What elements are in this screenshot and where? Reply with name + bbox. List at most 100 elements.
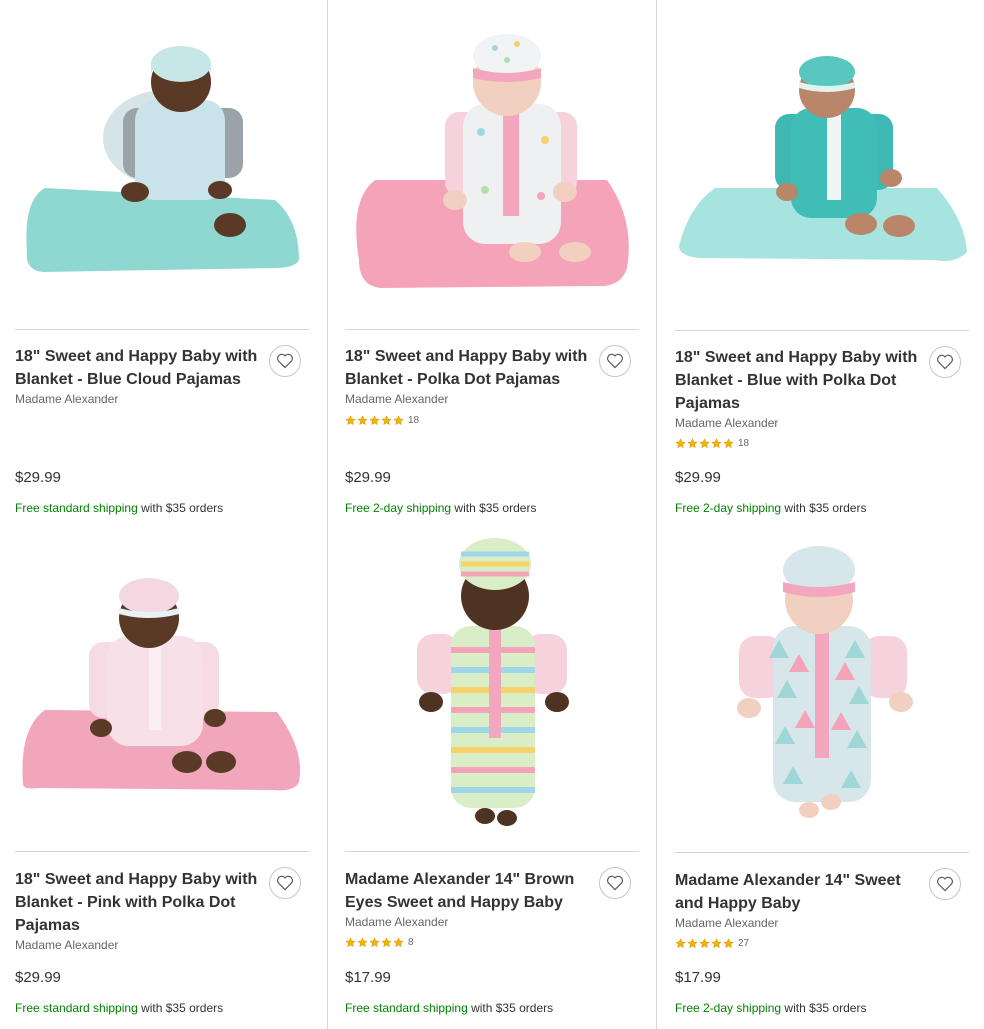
card-divider xyxy=(345,329,639,330)
product-price: $29.99 xyxy=(675,469,721,486)
star-icon xyxy=(369,937,380,948)
favorite-button[interactable] xyxy=(929,346,961,378)
product-price: $17.99 xyxy=(345,969,391,986)
star-rating[interactable]: 18 xyxy=(345,415,419,426)
favorite-button[interactable] xyxy=(599,345,631,377)
shipping-info: Free 2-day shipping with $35 orders xyxy=(345,501,536,515)
card-divider xyxy=(15,329,309,330)
product-brand: Madame Alexander xyxy=(675,416,779,430)
favorite-button[interactable] xyxy=(599,867,631,899)
product-image[interactable] xyxy=(675,530,969,830)
rating-stars xyxy=(345,415,404,426)
shipping-rest: with $35 orders xyxy=(137,1001,224,1015)
product-price: $29.99 xyxy=(15,969,61,986)
product-card[interactable]: 18" Sweet and Happy Baby with Blanket - … xyxy=(345,0,639,520)
star-icon xyxy=(345,415,356,426)
shipping-rest: with $35 orders xyxy=(451,501,537,515)
product-card[interactable]: 18" Sweet and Happy Baby with Blanket - … xyxy=(15,0,309,520)
heart-icon xyxy=(937,354,953,370)
shipping-highlight: Free 2-day shipping xyxy=(675,501,782,515)
shipping-highlight: Free 2-day shipping xyxy=(675,1001,782,1015)
star-icon xyxy=(369,415,380,426)
shipping-rest: with $35 orders xyxy=(467,1001,554,1015)
product-price: $29.99 xyxy=(15,469,61,486)
product-brand: Madame Alexander xyxy=(675,916,779,930)
heart-icon xyxy=(937,876,953,892)
favorite-button[interactable] xyxy=(269,867,301,899)
product-title[interactable]: 18" Sweet and Happy Baby with Blanket - … xyxy=(675,346,925,415)
favorite-button[interactable] xyxy=(269,345,301,377)
product-title[interactable]: 18" Sweet and Happy Baby with Blanket - … xyxy=(15,868,265,937)
product-price: $29.99 xyxy=(345,469,391,486)
star-icon xyxy=(711,438,722,449)
product-card[interactable]: Madame Alexander 14" Sweet and Happy Bab… xyxy=(675,530,969,1029)
rating-stars xyxy=(675,938,734,949)
product-card[interactable]: 18" Sweet and Happy Baby with Blanket - … xyxy=(675,0,969,520)
star-rating[interactable]: 8 xyxy=(345,937,414,948)
product-title[interactable]: Madame Alexander 14" Brown Eyes Sweet an… xyxy=(345,868,595,914)
star-icon xyxy=(345,937,356,948)
star-icon xyxy=(687,438,698,449)
shipping-highlight: Free 2-day shipping xyxy=(345,501,452,515)
product-card[interactable]: Madame Alexander 14" Brown Eyes Sweet an… xyxy=(345,530,639,1029)
rating-count: 18 xyxy=(408,415,420,426)
shipping-highlight: Free standard shipping xyxy=(345,1001,468,1015)
heart-icon xyxy=(607,353,623,369)
star-rating[interactable]: 27 xyxy=(675,938,749,949)
card-divider xyxy=(15,851,309,852)
shipping-rest: with $35 orders xyxy=(137,501,224,515)
rating-count: 8 xyxy=(408,937,414,948)
rating-count: 18 xyxy=(738,438,750,449)
product-brand: Madame Alexander xyxy=(15,938,119,952)
product-image[interactable] xyxy=(675,20,969,320)
shipping-highlight: Free standard shipping xyxy=(15,1001,138,1015)
card-divider xyxy=(345,851,639,852)
card-divider xyxy=(675,330,969,331)
product-image[interactable] xyxy=(15,20,309,320)
star-rating[interactable]: 18 xyxy=(675,438,749,449)
product-brand: Madame Alexander xyxy=(345,392,449,406)
star-icon xyxy=(699,438,710,449)
product-brand: Madame Alexander xyxy=(15,392,119,406)
rating-stars xyxy=(675,438,734,449)
product-image[interactable] xyxy=(345,530,639,830)
product-image[interactable] xyxy=(15,550,309,850)
product-price: $17.99 xyxy=(675,969,721,986)
star-icon xyxy=(699,938,710,949)
rating-count: 27 xyxy=(738,938,750,949)
star-icon xyxy=(675,438,686,449)
shipping-rest: with $35 orders xyxy=(781,1001,867,1015)
product-card[interactable]: 18" Sweet and Happy Baby with Blanket - … xyxy=(15,530,309,1029)
favorite-button[interactable] xyxy=(929,868,961,900)
shipping-info: Free standard shipping with $35 orders xyxy=(345,1001,553,1015)
rating-stars xyxy=(345,937,404,948)
product-image[interactable] xyxy=(345,20,639,320)
star-icon xyxy=(723,938,734,949)
heart-icon xyxy=(277,875,293,891)
shipping-info: Free standard shipping with $35 orders xyxy=(15,1001,223,1015)
star-icon xyxy=(357,937,368,948)
product-title[interactable]: 18" Sweet and Happy Baby with Blanket - … xyxy=(345,345,595,391)
column-divider xyxy=(327,0,328,1029)
shipping-info: Free standard shipping with $35 orders xyxy=(15,501,223,515)
shipping-highlight: Free standard shipping xyxy=(15,501,138,515)
star-icon xyxy=(357,415,368,426)
column-divider xyxy=(656,0,657,1029)
star-icon xyxy=(675,938,686,949)
star-icon xyxy=(393,937,404,948)
product-grid: 18" Sweet and Happy Baby with Blanket - … xyxy=(0,0,984,1029)
star-icon xyxy=(687,938,698,949)
star-icon xyxy=(381,937,392,948)
star-icon xyxy=(393,415,404,426)
heart-icon xyxy=(607,875,623,891)
heart-icon xyxy=(277,353,293,369)
shipping-info: Free 2-day shipping with $35 orders xyxy=(675,1001,866,1015)
product-brand: Madame Alexander xyxy=(345,915,449,929)
star-icon xyxy=(381,415,392,426)
shipping-rest: with $35 orders xyxy=(781,501,867,515)
product-title[interactable]: Madame Alexander 14" Sweet and Happy Bab… xyxy=(675,869,925,915)
shipping-info: Free 2-day shipping with $35 orders xyxy=(675,501,866,515)
product-title[interactable]: 18" Sweet and Happy Baby with Blanket - … xyxy=(15,345,265,391)
star-icon xyxy=(711,938,722,949)
card-divider xyxy=(675,852,969,853)
